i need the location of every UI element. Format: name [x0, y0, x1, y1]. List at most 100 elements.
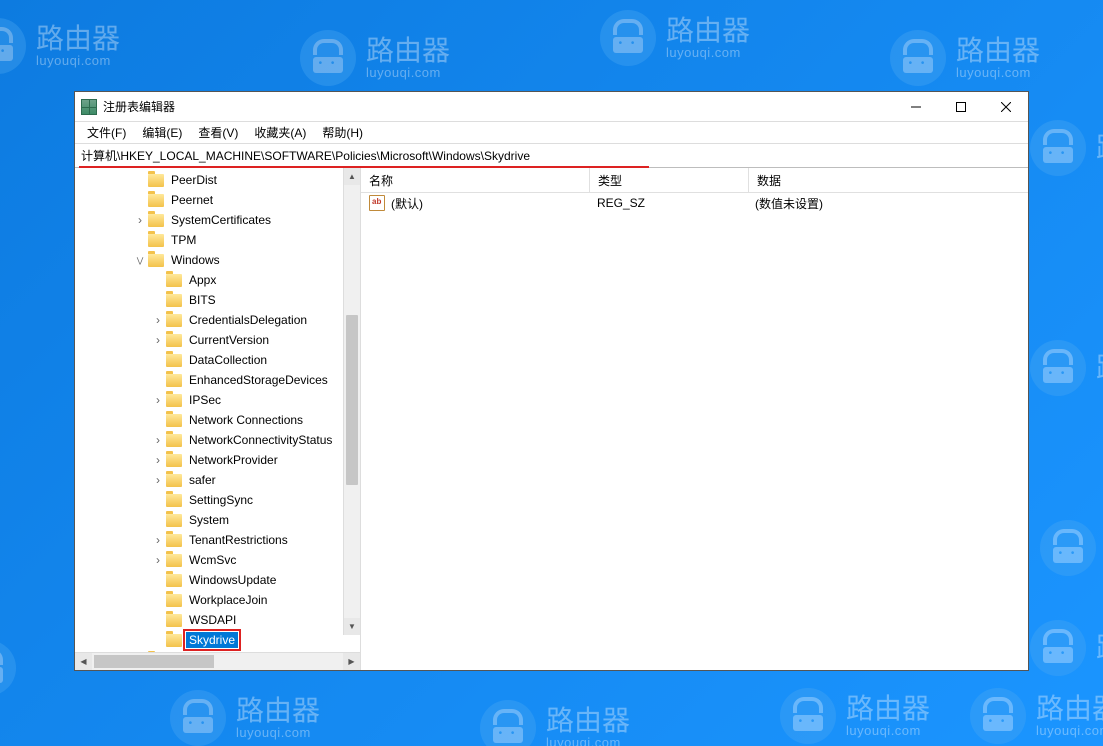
tree-node[interactable]: ›Skydrive	[75, 630, 360, 650]
chevron-right-icon[interactable]: ›	[151, 473, 165, 487]
tree-node[interactable]: › safer	[75, 470, 360, 490]
scroll-left-icon[interactable]: ◀	[75, 653, 92, 670]
tree-node-label: EnhancedStorageDevices	[186, 372, 331, 388]
tree-node[interactable]: ›TPM	[75, 230, 360, 250]
value-name: (默认)	[391, 195, 423, 212]
folder-icon	[166, 594, 182, 607]
tree-node-label: Skydrive	[186, 632, 238, 648]
tree-node[interactable]: ⋁ Windows	[75, 250, 360, 270]
folder-icon	[148, 214, 164, 227]
tree-node-label: safer	[186, 472, 219, 488]
scroll-down-icon[interactable]: ▼	[344, 618, 360, 635]
tree-node[interactable]: › NetworkConnectivityStatus	[75, 430, 360, 450]
tree-node[interactable]: ›CredentialsDelegation	[75, 310, 360, 330]
column-type[interactable]: 类型	[590, 168, 749, 192]
tree-node[interactable]: ›WSDAPI	[75, 610, 360, 630]
menu-edit[interactable]: 编辑(E)	[134, 122, 190, 143]
menu-view[interactable]: 查看(V)	[190, 122, 246, 143]
chevron-right-icon[interactable]: ›	[151, 313, 165, 327]
tree-node[interactable]: › WcmSvc	[75, 550, 360, 570]
chevron-right-icon[interactable]: ›	[151, 553, 165, 567]
folder-icon	[148, 194, 164, 207]
tree-node[interactable]: ›System	[75, 510, 360, 530]
tree-node[interactable]: ›Network Connections	[75, 410, 360, 430]
chevron-down-icon[interactable]: ⋁	[133, 253, 147, 267]
chevron-right-icon[interactable]: ›	[151, 333, 165, 347]
chevron-right-icon[interactable]: ›	[151, 533, 165, 547]
tree-node-label: Peernet	[168, 192, 216, 208]
registry-tree[interactable]: ›PeerDist›Peernet›SystemCertificates›TPM…	[75, 168, 360, 652]
tree-node[interactable]: ›WindowsUpdate	[75, 570, 360, 590]
folder-icon	[166, 474, 182, 487]
address-bar	[75, 144, 1028, 168]
folder-icon	[166, 574, 182, 587]
tree-node[interactable]: ›SystemCertificates	[75, 210, 360, 230]
column-name[interactable]: 名称	[361, 168, 590, 192]
value-row[interactable]: ab(默认)REG_SZ(数值未设置)	[361, 193, 1028, 213]
tree-horizontal-scrollbar[interactable]: ◀ ▶	[75, 652, 360, 670]
tree-node-label: WindowsUpdate	[186, 572, 279, 588]
tree-node-label: BITS	[186, 292, 219, 308]
scroll-thumb[interactable]	[346, 315, 358, 485]
menu-file[interactable]: 文件(F)	[79, 122, 134, 143]
hscroll-thumb[interactable]	[94, 655, 214, 668]
tree-node-label: NetworkConnectivityStatus	[186, 432, 335, 448]
string-value-icon: ab	[369, 195, 385, 211]
chevron-right-icon[interactable]: ›	[151, 433, 165, 447]
folder-icon	[166, 614, 182, 627]
tree-node[interactable]: ›CurrentVersion	[75, 330, 360, 350]
tree-node-label: DataCollection	[186, 352, 270, 368]
tree-node-label: WSDAPI	[186, 612, 239, 628]
tree-node[interactable]: › TenantRestrictions	[75, 530, 360, 550]
tree-node-label: TenantRestrictions	[186, 532, 291, 548]
tree-node[interactable]: ›SettingSync	[75, 490, 360, 510]
tree-node[interactable]: ›Appx	[75, 270, 360, 290]
tree-vertical-scrollbar[interactable]: ▲ ▼	[343, 168, 360, 635]
scroll-right-icon[interactable]: ▶	[343, 653, 360, 670]
window-title: 注册表编辑器	[103, 98, 175, 115]
folder-icon	[166, 494, 182, 507]
tree-node[interactable]: ›PeerDist	[75, 170, 360, 190]
values-pane: 名称 类型 数据 ab(默认)REG_SZ(数值未设置)	[361, 168, 1028, 670]
tree-node[interactable]: › NetworkProvider	[75, 450, 360, 470]
chevron-right-icon[interactable]: ›	[133, 213, 147, 227]
tree-node-label: Windows	[168, 252, 223, 268]
tree-node-label: WorkplaceJoin	[186, 592, 270, 608]
tree-node-label: WcmSvc	[186, 552, 239, 568]
folder-icon	[166, 314, 182, 327]
tree-node-label: NetworkProvider	[186, 452, 281, 468]
menu-help[interactable]: 帮助(H)	[314, 122, 371, 143]
column-data[interactable]: 数据	[749, 168, 1028, 192]
folder-icon	[166, 454, 182, 467]
tree-node[interactable]: ›IPSec	[75, 390, 360, 410]
address-input[interactable]	[79, 146, 1024, 166]
tree-node-label: Network Connections	[186, 412, 306, 428]
values-list[interactable]: ab(默认)REG_SZ(数值未设置)	[361, 193, 1028, 670]
menu-bar: 文件(F) 编辑(E) 查看(V) 收藏夹(A) 帮助(H)	[75, 122, 1028, 144]
tree-node[interactable]: ›EnhancedStorageDevices	[75, 370, 360, 390]
folder-icon	[148, 254, 164, 267]
tree-node[interactable]: ›Windows Advanced Threat	[75, 650, 360, 652]
title-bar[interactable]: 注册表编辑器	[75, 92, 1028, 122]
client-area: ›PeerDist›Peernet›SystemCertificates›TPM…	[75, 168, 1028, 670]
maximize-button[interactable]	[938, 92, 983, 121]
chevron-right-icon[interactable]: ›	[151, 393, 165, 407]
folder-icon	[166, 554, 182, 567]
tree-node[interactable]: ›BITS	[75, 290, 360, 310]
folder-icon	[166, 374, 182, 387]
folder-icon	[166, 534, 182, 547]
tree-node-label: System	[186, 512, 232, 528]
tree-node-label: Appx	[186, 272, 219, 288]
minimize-button[interactable]	[893, 92, 938, 121]
tree-node[interactable]: ›DataCollection	[75, 350, 360, 370]
desktop-background: 路由器luyouqi.com 路由器luyouqi.com 路由器luyouqi…	[0, 0, 1103, 746]
tree-node[interactable]: ›WorkplaceJoin	[75, 590, 360, 610]
chevron-right-icon[interactable]: ›	[151, 453, 165, 467]
close-button[interactable]	[983, 92, 1028, 121]
menu-favorites[interactable]: 收藏夹(A)	[246, 122, 314, 143]
tree-node[interactable]: ›Peernet	[75, 190, 360, 210]
tree-node-label: PeerDist	[168, 172, 220, 188]
scroll-up-icon[interactable]: ▲	[344, 168, 360, 185]
folder-icon	[166, 394, 182, 407]
value-data: (数值未设置)	[747, 195, 1028, 212]
